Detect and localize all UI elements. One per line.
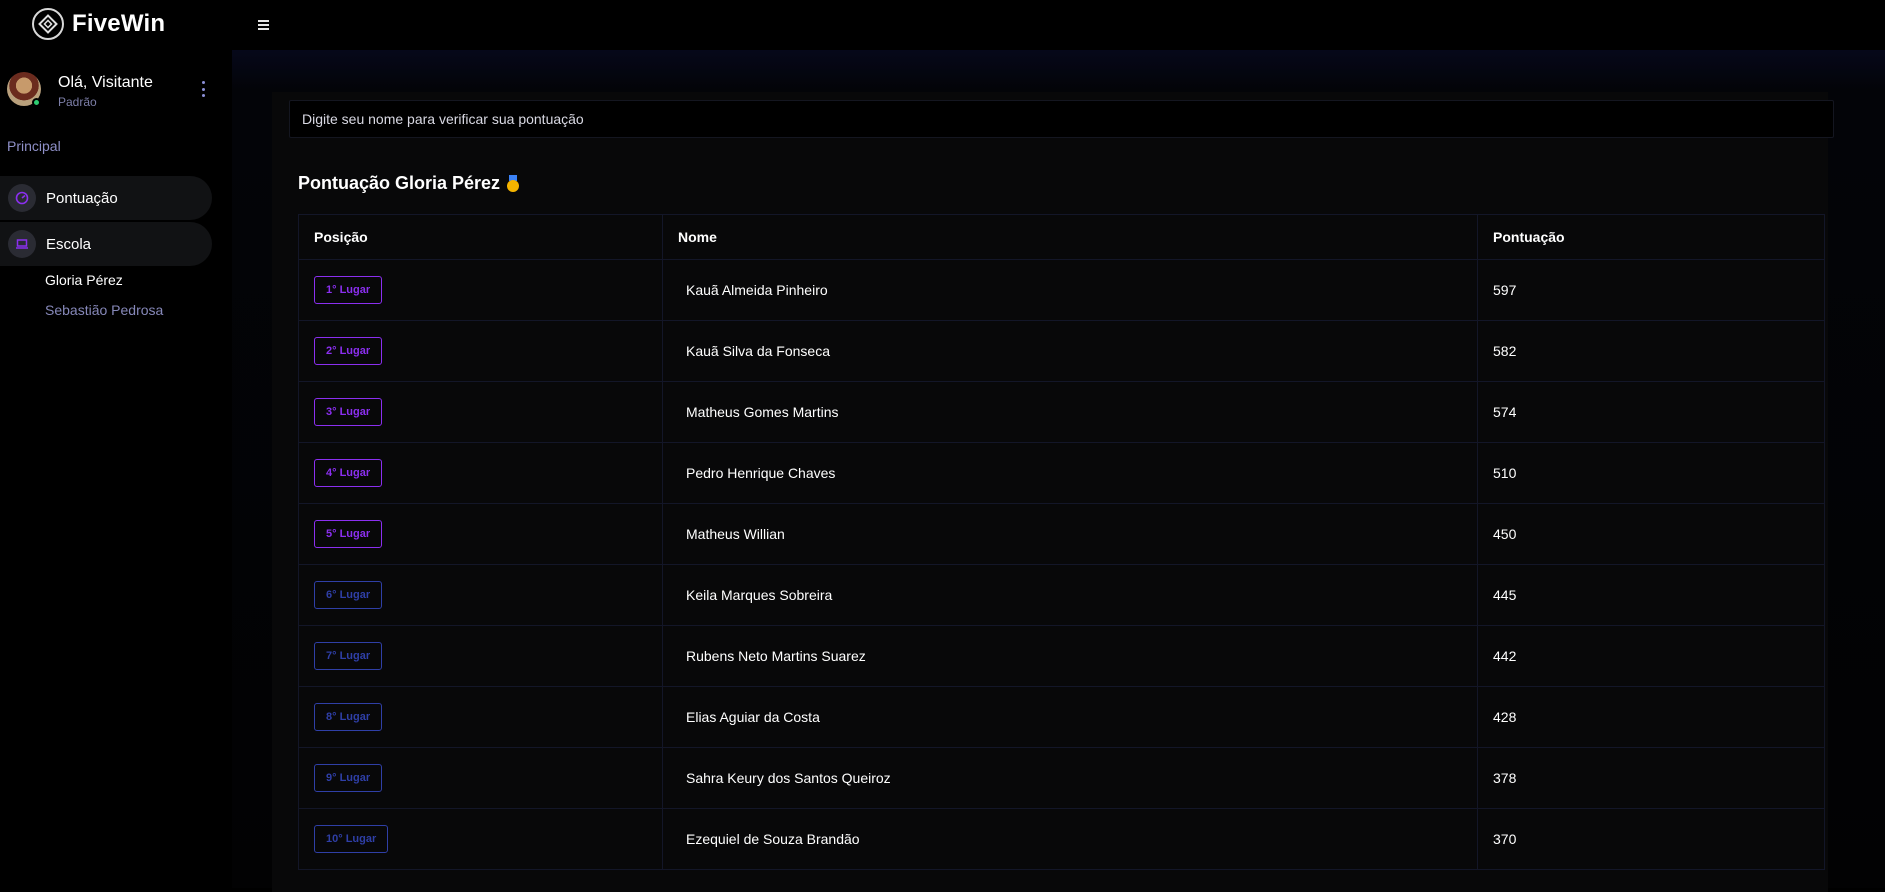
sidebar-subitem-gloria-perez[interactable]: Gloria Pérez bbox=[45, 272, 123, 288]
logo[interactable]: FiveWin bbox=[32, 8, 165, 40]
sidebar: Olá, Visitante Padrão Principal Pontuaçã… bbox=[0, 50, 232, 888]
name-cell: Keila Marques Sobreira bbox=[662, 564, 1478, 626]
table-row: 7° Lugar Rubens Neto Martins Suarez 442 bbox=[298, 625, 1825, 687]
logo-icon bbox=[32, 8, 64, 40]
score-cell: 442 bbox=[1477, 625, 1825, 687]
position-cell: 7° Lugar bbox=[298, 625, 663, 687]
laptop-icon bbox=[8, 230, 36, 258]
sidebar-subitem-sebastiao-pedrosa[interactable]: Sebastião Pedrosa bbox=[45, 302, 163, 318]
position-cell: 2° Lugar bbox=[298, 320, 663, 382]
name-cell: Rubens Neto Martins Suarez bbox=[662, 625, 1478, 687]
score-cell: 445 bbox=[1477, 564, 1825, 626]
score-cell: 510 bbox=[1477, 442, 1825, 504]
position-cell: 6° Lugar bbox=[298, 564, 663, 626]
gauge-icon bbox=[8, 184, 36, 212]
user-role: Padrão bbox=[58, 95, 97, 109]
online-status-icon bbox=[32, 98, 41, 107]
sidebar-item-label: Escola bbox=[46, 235, 92, 253]
score-cell: 582 bbox=[1477, 320, 1825, 382]
position-badge[interactable]: 9° Lugar bbox=[314, 764, 383, 792]
column-header-score: Pontuação bbox=[1477, 214, 1825, 260]
score-cell: 370 bbox=[1477, 808, 1825, 870]
position-badge[interactable]: 10° Lugar bbox=[314, 825, 389, 853]
position-cell: 8° Lugar bbox=[298, 686, 663, 748]
position-badge[interactable]: 7° Lugar bbox=[314, 642, 383, 670]
score-cell: 574 bbox=[1477, 381, 1825, 443]
user-panel: Olá, Visitante Padrão bbox=[7, 72, 217, 116]
score-cell: 428 bbox=[1477, 686, 1825, 748]
table-header-row: Posição Nome Pontuação bbox=[298, 214, 1825, 260]
position-badge[interactable]: 4° Lugar bbox=[314, 459, 383, 487]
position-cell: 1° Lugar bbox=[298, 259, 663, 321]
position-cell: 4° Lugar bbox=[298, 442, 663, 504]
position-cell: 5° Lugar bbox=[298, 503, 663, 565]
sidebar-item-label: Pontuação bbox=[46, 189, 118, 207]
table-row: 6° Lugar Keila Marques Sobreira 445 bbox=[298, 564, 1825, 626]
column-header-position: Posição bbox=[298, 214, 663, 260]
medal-icon bbox=[506, 174, 520, 193]
score-cell: 597 bbox=[1477, 259, 1825, 321]
sidebar-section-label: Principal bbox=[7, 138, 61, 154]
name-cell: Matheus Willian bbox=[662, 503, 1478, 565]
position-badge[interactable]: 5° Lugar bbox=[314, 520, 383, 548]
name-cell: Pedro Henrique Chaves bbox=[662, 442, 1478, 504]
table-row: 10° Lugar Ezequiel de Souza Brandão 370 bbox=[298, 808, 1825, 870]
column-header-name: Nome bbox=[662, 214, 1478, 260]
sidebar-item-pontuacao[interactable]: Pontuação bbox=[0, 176, 212, 220]
position-badge[interactable]: 1° Lugar bbox=[314, 276, 383, 304]
top-bar: FiveWin bbox=[0, 0, 1885, 50]
score-cell: 378 bbox=[1477, 747, 1825, 809]
search-input[interactable] bbox=[289, 100, 1834, 138]
ranking-table: Posição Nome Pontuação 1° Lugar Kauã Alme… bbox=[298, 214, 1825, 870]
name-cell: Kauã Almeida Pinheiro bbox=[662, 259, 1478, 321]
menu-toggle-icon[interactable] bbox=[258, 18, 272, 32]
page-title: Pontuação Gloria Pérez bbox=[298, 173, 520, 194]
position-badge[interactable]: 8° Lugar bbox=[314, 703, 383, 731]
name-cell: Matheus Gomes Martins bbox=[662, 381, 1478, 443]
app-name: FiveWin bbox=[72, 10, 166, 37]
name-cell: Elias Aguiar da Costa bbox=[662, 686, 1478, 748]
table-row: 5° Lugar Matheus Willian 450 bbox=[298, 503, 1825, 565]
position-badge[interactable]: 3° Lugar bbox=[314, 398, 383, 426]
name-cell: Sahra Keury dos Santos Queiroz bbox=[662, 747, 1478, 809]
table-row: 2° Lugar Kauã Silva da Fonseca 582 bbox=[298, 320, 1825, 382]
score-cell: 450 bbox=[1477, 503, 1825, 565]
position-badge[interactable]: 6° Lugar bbox=[314, 581, 383, 609]
table-row: 4° Lugar Pedro Henrique Chaves 510 bbox=[298, 442, 1825, 504]
table-row: 8° Lugar Elias Aguiar da Costa 428 bbox=[298, 686, 1825, 748]
table-row: 9° Lugar Sahra Keury dos Santos Queiroz 37… bbox=[298, 747, 1825, 809]
position-cell: 9° Lugar bbox=[298, 747, 663, 809]
table-row: 3° Lugar Matheus Gomes Martins 574 bbox=[298, 381, 1825, 443]
position-cell: 3° Lugar bbox=[298, 381, 663, 443]
name-cell: Kauã Silva da Fonseca bbox=[662, 320, 1478, 382]
ranking-title: Pontuação Gloria Pérez bbox=[298, 173, 501, 193]
user-menu-icon[interactable] bbox=[200, 81, 206, 97]
name-cell: Ezequiel de Souza Brandão bbox=[662, 808, 1478, 870]
position-badge[interactable]: 2° Lugar bbox=[314, 337, 383, 365]
user-greeting: Olá, Visitante bbox=[58, 74, 153, 91]
sidebar-item-escola[interactable]: Escola bbox=[0, 222, 212, 266]
ranking-table-body: 1° Lugar Kauã Almeida Pinheiro 597 2° Lugar… bbox=[298, 259, 1825, 870]
position-cell: 10° Lugar bbox=[298, 808, 663, 870]
table-row: 1° Lugar Kauã Almeida Pinheiro 597 bbox=[298, 259, 1825, 321]
